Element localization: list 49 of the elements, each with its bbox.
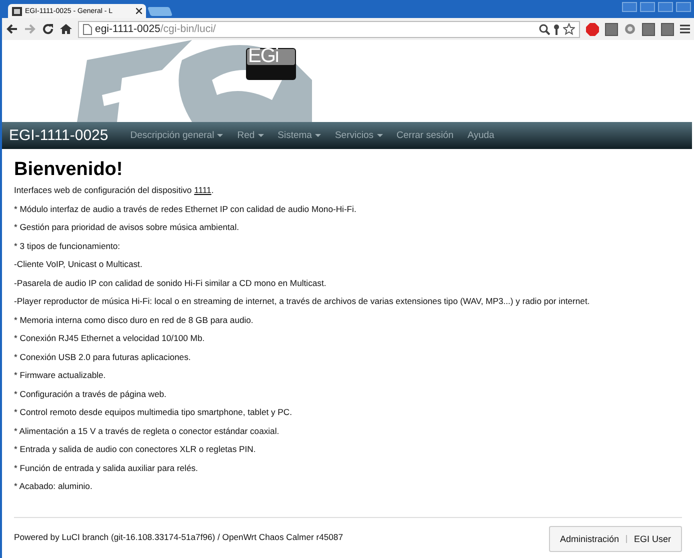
- star-icon[interactable]: [563, 23, 575, 35]
- brand-link[interactable]: EGI-1111-0025: [9, 127, 108, 144]
- back-icon[interactable]: [6, 23, 18, 35]
- feature-text: * Entrada y salida de audio con conectores XLR o regletas PIN.: [14, 444, 257, 454]
- url-host: egi-1111-0025: [95, 23, 160, 35]
- stop-sign-icon[interactable]: [586, 22, 599, 36]
- dropdown-menu-link[interactable]: Descripción general: [130, 130, 224, 141]
- zoom-icon[interactable]: [539, 24, 550, 34]
- feature-text: * Firmware actualizable.: [14, 370, 107, 380]
- feature-text: * Conexión USB 2.0 para futuras aplicaciones.: [14, 352, 192, 362]
- new-tab-button[interactable]: [147, 7, 173, 16]
- reload-icon[interactable]: [42, 23, 54, 35]
- feature-text: -Pasarela de audio IP con calidad de sonido Hi-Fi similar a CD mono en Multicast.: [14, 278, 328, 288]
- feature-text: * Configuración a través de página web.: [14, 388, 168, 398]
- key-icon[interactable]: [553, 24, 560, 34]
- feature-text: * Control remoto desde equipos multimedia tipo smartphone, tablet y PC.: [14, 407, 294, 417]
- dropdown-menu-link[interactable]: Servicios: [334, 130, 383, 141]
- nav-link[interactable]: Ayuda: [468, 130, 494, 141]
- extension-icon[interactable]: [661, 22, 674, 36]
- url-path: /cgi-bin/luci/: [160, 23, 216, 35]
- page-icon: [12, 6, 22, 16]
- extension-icon[interactable]: [642, 22, 655, 36]
- footer-text: Powered by LuCI branch (git-16.108.33174-51a7f96) / OpenWrt Chaos Calmer r45087: [14, 532, 343, 542]
- extension-icon[interactable]: [605, 22, 618, 36]
- dropdown-menu-link[interactable]: Red: [237, 130, 264, 141]
- feature-text: * Gestión para prioridad de avisos sobre música ambiental.: [14, 222, 240, 232]
- nav-link[interactable]: Cerrar sesión: [396, 130, 454, 141]
- page-icon: [83, 24, 92, 34]
- feature-text: * 3 tipos de funcionamiento:: [14, 240, 122, 250]
- feature-text: * Función de entrada y salida auxiliar para relés.: [14, 462, 199, 472]
- logo-text: EGi: [248, 45, 278, 68]
- intro-text: Interfaces web de configuración del dispositivo 1111.: [14, 185, 215, 195]
- feature-text: -Cliente VoIP, Unicast o Multicast.: [14, 259, 144, 269]
- feature-text: -Player reproductor de música Hi-Fi: local o en streaming de internet, a través de archivos de varias extensiones tipo (WAV, MP3...) y radio por internet.: [14, 296, 591, 306]
- address-bar[interactable]: egi-1111-0025/cgi-bin/luci/: [78, 20, 580, 38]
- menu-icon[interactable]: [680, 24, 690, 34]
- feature-text: * Alimentación a 15 V a través de regleta o conector estándar coaxial.: [14, 426, 280, 436]
- feature-text: * Conexión RJ45 Ethernet a velocidad 10/100 Mb.: [14, 333, 206, 343]
- extension-icon[interactable]: [624, 23, 636, 35]
- dropdown-menu-link[interactable]: Sistema: [278, 130, 321, 141]
- feature-text: * Memoria interna como disco duro en red de 8 GB para audio.: [14, 314, 254, 324]
- footer-link[interactable]: EGI User: [634, 534, 671, 544]
- device-link[interactable]: 1111: [194, 185, 212, 195]
- page-heading: Bienvenido!: [14, 159, 124, 181]
- footer-link[interactable]: Administración: [560, 534, 619, 544]
- feature-text: * Acabado: aluminio.: [14, 481, 94, 491]
- home-icon[interactable]: [60, 23, 72, 35]
- feature-text: * Módulo interfaz de audio a través de redes Ethernet IP con calidad de audio Mono-Hi-Fi.: [14, 204, 358, 214]
- close-icon[interactable]: [136, 8, 142, 14]
